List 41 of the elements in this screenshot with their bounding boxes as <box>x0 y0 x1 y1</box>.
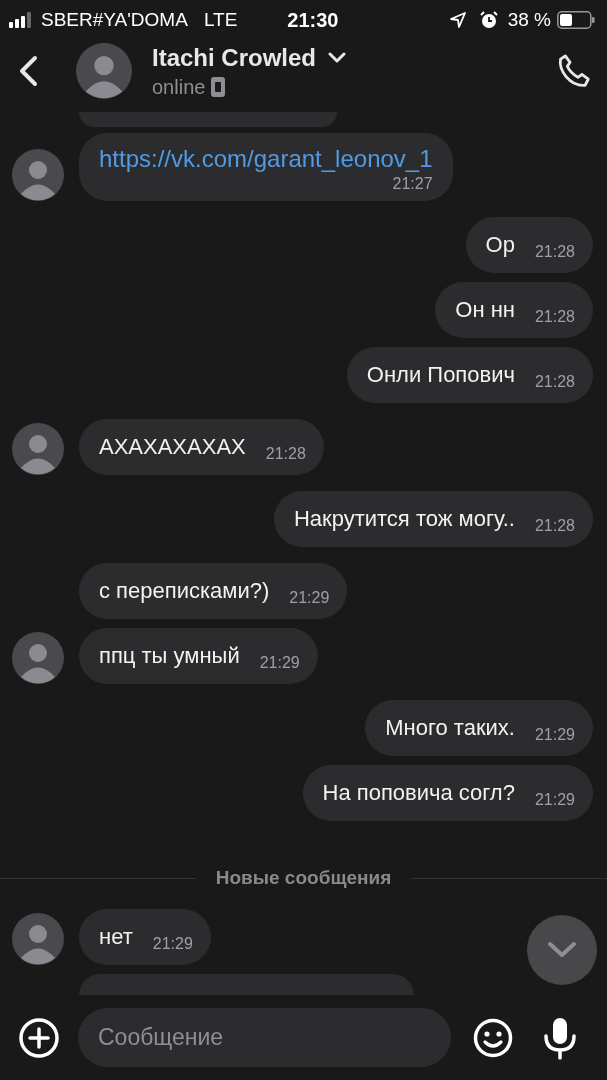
message-text: Он нн <box>455 297 515 324</box>
contact-name[interactable]: Itachi Crowled <box>152 43 317 72</box>
message-time: 21:29 <box>152 935 193 954</box>
message-time: 21:28 <box>534 373 575 392</box>
message-time: 21:27 <box>392 175 433 194</box>
battery-icon <box>557 11 595 29</box>
carrier-name: SBER#YA'DOMA <box>41 9 188 31</box>
chevron-down-icon <box>547 941 577 959</box>
link[interactable]: https://vk.com/garant_leonov_1 <box>99 145 433 174</box>
network-type: LTE <box>203 9 238 31</box>
message-time: 21:29 <box>259 654 300 673</box>
avatar <box>76 43 132 99</box>
microphone-icon[interactable] <box>543 1015 577 1060</box>
message-text: Много таких. <box>385 715 515 742</box>
online-status: online <box>152 75 206 99</box>
emoji-icon[interactable] <box>473 1017 513 1058</box>
message-text: На поповича согл? <box>322 780 515 807</box>
message-time: 21:28 <box>534 243 575 262</box>
mobile-icon <box>211 77 226 97</box>
message-text: Накрутится тож могу.. <box>293 506 515 533</box>
message-time: 21:28 <box>534 517 575 536</box>
chevron-down-icon[interactable] <box>328 52 347 63</box>
message-time: 21:28 <box>534 308 575 327</box>
message-text: Онли Попович <box>366 362 515 389</box>
message-text: с переписками?) <box>99 578 270 605</box>
message-time: 21:29 <box>534 726 575 745</box>
message-time: 21:29 <box>289 589 330 608</box>
clock: 21:30 <box>287 8 339 32</box>
message-time: 21:29 <box>534 791 575 810</box>
message-text: Ор <box>485 232 515 259</box>
alarm-icon <box>479 11 498 29</box>
back-icon[interactable] <box>18 55 38 87</box>
message-text: АХАХАХАХАХ <box>99 434 246 461</box>
add-icon[interactable] <box>18 1016 60 1059</box>
location-icon <box>449 12 466 28</box>
message-text: ппц ты умный <box>99 643 240 670</box>
message-text: нет <box>99 924 133 951</box>
new-messages-divider: Новые сообщения <box>215 867 392 890</box>
message-field[interactable]: Сообщение <box>78 1008 451 1067</box>
battery-percent: 38 % <box>507 9 551 31</box>
message-time: 21:28 <box>265 445 306 464</box>
